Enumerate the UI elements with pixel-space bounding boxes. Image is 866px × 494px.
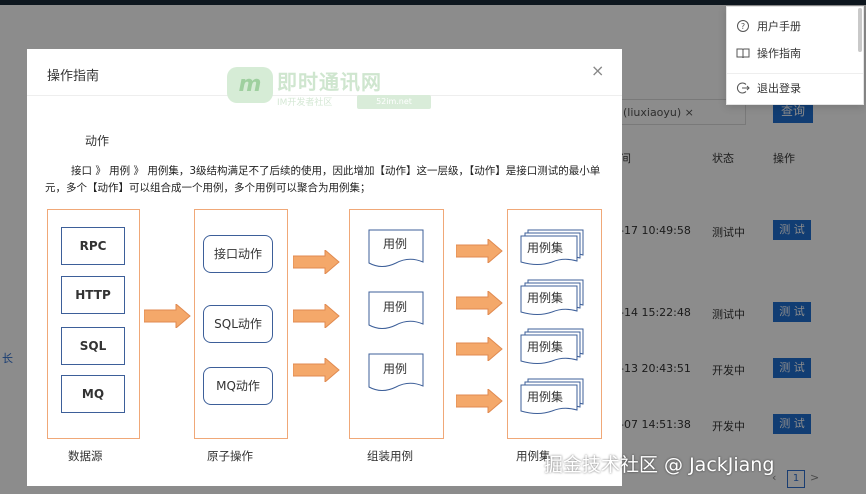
menu-item-label: 用户手册 [757, 20, 801, 33]
case-set-stack: 用例集 [520, 328, 584, 368]
footer-watermark: 掘金技术社区 @ JackJiang [544, 454, 775, 476]
case-set-stack: 用例集 [520, 378, 584, 418]
data-source-box: RPC [61, 227, 125, 265]
arrow-icon [456, 239, 503, 263]
case-set-stack: 用例集 [520, 279, 584, 319]
case-label: 用例 [383, 362, 408, 376]
data-source-box: MQ [61, 375, 125, 413]
atomic-action-box: SQL动作 [203, 305, 273, 343]
operation-guide-modal: 操作指南 × m 即时通讯网 IM开发者社区 52im.net 动作 接口 》 … [27, 49, 622, 486]
data-source-box: SQL [61, 327, 125, 365]
user-dropdown-menu: ? 用户手册 操作指南 退出登录 [726, 6, 864, 105]
menu-item-label: 操作指南 [757, 47, 801, 60]
svg-text:?: ? [741, 22, 745, 31]
case-set-label: 用例集 [527, 291, 564, 305]
arrow-icon [456, 337, 503, 361]
menu-item-logout[interactable]: 退出登录 [727, 76, 863, 100]
column-label-data-source: 数据源 [68, 449, 103, 463]
book-icon [736, 48, 750, 59]
case-set-label: 用例集 [527, 241, 564, 255]
case-document: 用例 [368, 353, 424, 393]
section-heading: 动作 [85, 134, 110, 148]
case-set-label: 用例集 [527, 340, 564, 354]
case-document: 用例 [368, 291, 424, 331]
modal-title: 操作指南 [47, 69, 100, 84]
arrow-icon [293, 250, 340, 274]
case-set-stack: 用例集 [520, 229, 584, 269]
data-source-box: HTTP [61, 276, 125, 314]
column-label-assembled-case: 组装用例 [367, 449, 413, 463]
watermark-badge: 52im.net [357, 95, 431, 109]
atomic-action-box: MQ动作 [203, 367, 273, 405]
close-icon[interactable]: × [591, 61, 604, 80]
scrollbar[interactable] [858, 8, 862, 52]
arrow-icon [293, 358, 340, 382]
watermark-subtitle: IM开发者社区 [277, 98, 333, 108]
menu-item-user-manual[interactable]: ? 用户手册 [727, 14, 863, 38]
arrow-icon [293, 304, 340, 328]
menu-item-label: 退出登录 [757, 82, 801, 95]
menu-item-operation-guide[interactable]: 操作指南 [727, 41, 863, 65]
arrow-icon [144, 304, 191, 328]
watermark-logo: m [227, 67, 273, 103]
case-document: 用例 [368, 229, 424, 269]
help-circle-icon: ? [737, 20, 749, 32]
atomic-action-box: 接口动作 [203, 235, 273, 273]
case-set-label: 用例集 [527, 390, 564, 404]
arrow-icon [456, 291, 503, 315]
column-label-atomic-action: 原子操作 [207, 449, 253, 463]
logout-icon [737, 82, 750, 94]
case-label: 用例 [383, 237, 408, 251]
case-label: 用例 [383, 300, 408, 314]
guide-paragraph: 接口 》 用例 》 用例集，3级结构满足不了后续的使用，因此增加【动作】这一层级… [45, 165, 601, 194]
menu-divider [727, 73, 863, 74]
arrow-icon [456, 389, 503, 413]
watermark-title: 即时通讯网 [277, 70, 382, 94]
